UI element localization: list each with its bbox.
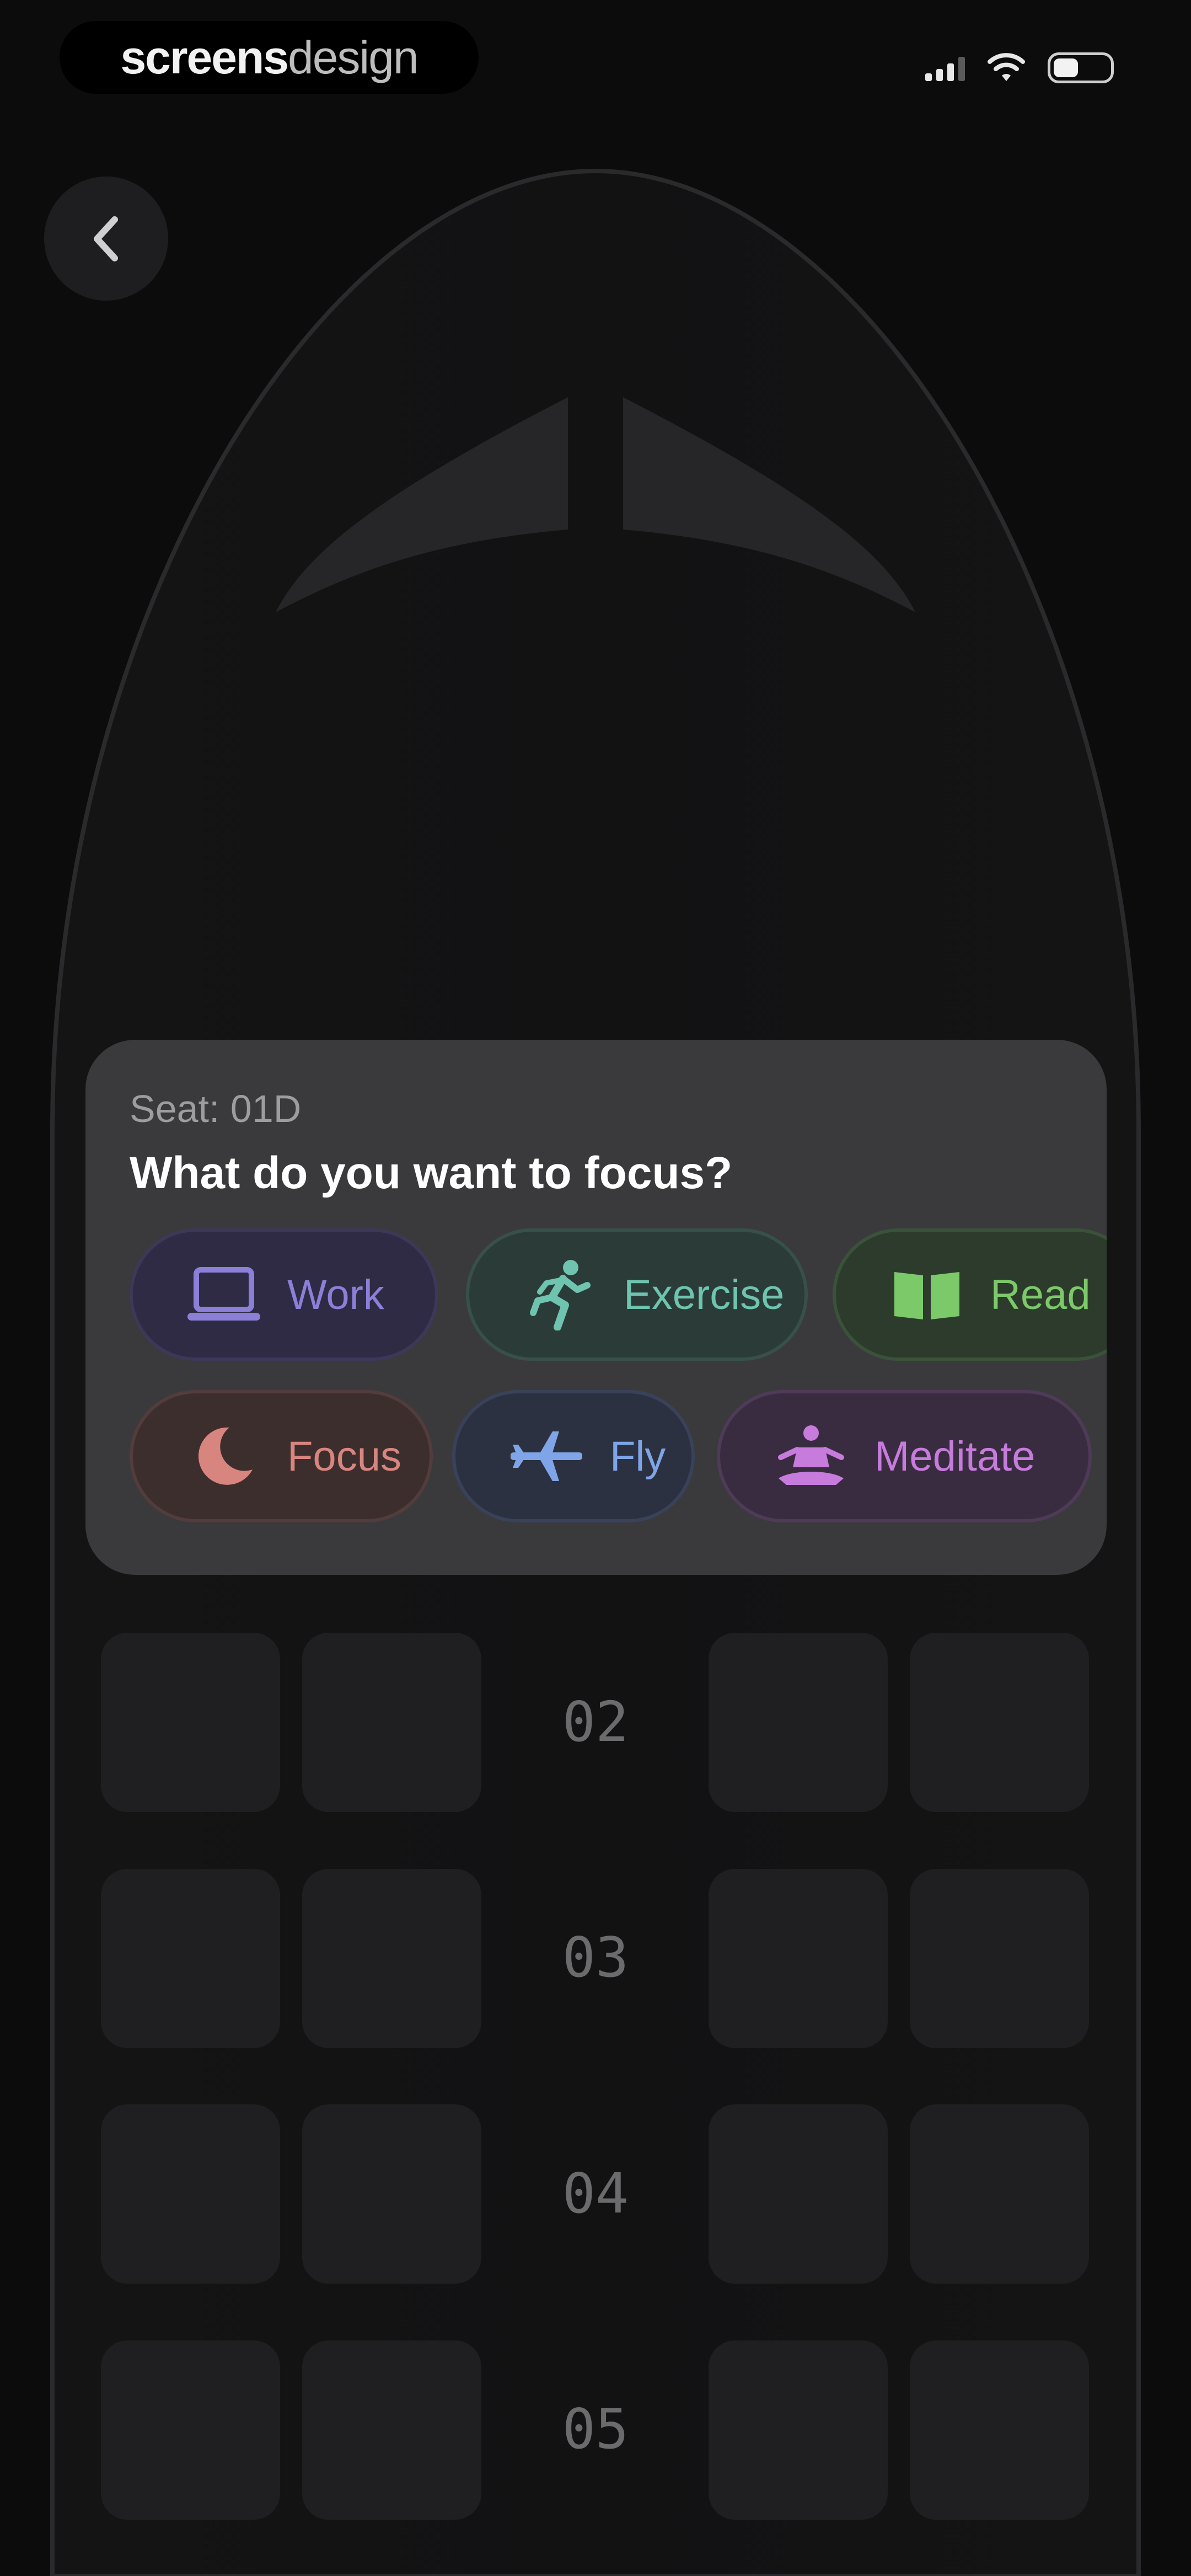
focus-option-focus[interactable]: Focus (130, 1390, 433, 1522)
focus-question: What do you want to focus? (130, 1148, 733, 1198)
brand-badge: screensdesign (60, 21, 479, 94)
row-label-04: 04 (562, 2161, 629, 2226)
brand-name-light: design (288, 31, 419, 83)
focus-option-label: Work (287, 1271, 384, 1318)
seat-05c[interactable] (709, 2340, 888, 2520)
focus-option-label: Focus (287, 1433, 401, 1480)
seat-05a[interactable] (101, 2340, 280, 2520)
seat-03a[interactable] (101, 1869, 280, 2048)
seat-04b[interactable] (302, 2104, 481, 2284)
seat-selection-screen: screensdesign Seat: 01D What do you want… (0, 0, 1191, 2576)
seat-05b[interactable] (302, 2340, 481, 2520)
seat-04d[interactable] (910, 2104, 1089, 2284)
row-label-03: 03 (562, 1925, 629, 1990)
seat-02a[interactable] (101, 1633, 280, 1812)
wifi-icon (988, 53, 1025, 81)
seat-02b[interactable] (302, 1633, 481, 1812)
status-icons (925, 49, 1114, 87)
seat-03b[interactable] (302, 1869, 481, 2048)
focus-option-meditate[interactable]: Meditate (717, 1390, 1092, 1522)
brand-name-strong: screens (120, 31, 289, 83)
focus-option-fly[interactable]: Fly (452, 1390, 695, 1522)
seat-05d[interactable] (910, 2340, 1089, 2520)
chevron-left-icon (93, 216, 118, 261)
focus-selection-panel: Seat: 01D What do you want to focus? Wor… (85, 1040, 1107, 1575)
focus-option-label: Exercise (624, 1271, 785, 1318)
running-person-icon (519, 1256, 602, 1333)
battery-icon (1048, 52, 1114, 83)
laptop-icon (183, 1256, 265, 1333)
seat-02c[interactable] (709, 1633, 888, 1812)
focus-option-label: Meditate (875, 1433, 1036, 1480)
seat-04a[interactable] (101, 2104, 280, 2284)
seat-04c[interactable] (709, 2104, 888, 2284)
focus-option-work[interactable]: Work (130, 1228, 438, 1361)
focus-option-label: Fly (610, 1433, 666, 1480)
cellular-signal-icon (925, 55, 965, 81)
row-label-02: 02 (562, 1690, 629, 1754)
seat-label: Seat: 01D (130, 1087, 302, 1130)
focus-option-label: Read (990, 1271, 1091, 1318)
seat-02d[interactable] (910, 1633, 1089, 1812)
seat-03d[interactable] (910, 1869, 1089, 2048)
seat-03c[interactable] (709, 1869, 888, 2048)
row-label-05: 05 (562, 2397, 629, 2461)
airplane-icon (505, 1418, 588, 1495)
meditation-icon (770, 1418, 852, 1495)
crescent-moon-icon (183, 1418, 265, 1495)
focus-option-exercise[interactable]: Exercise (466, 1228, 808, 1361)
open-book-icon (886, 1256, 968, 1333)
back-button[interactable] (44, 177, 168, 301)
focus-option-read[interactable]: Read (833, 1228, 1107, 1361)
